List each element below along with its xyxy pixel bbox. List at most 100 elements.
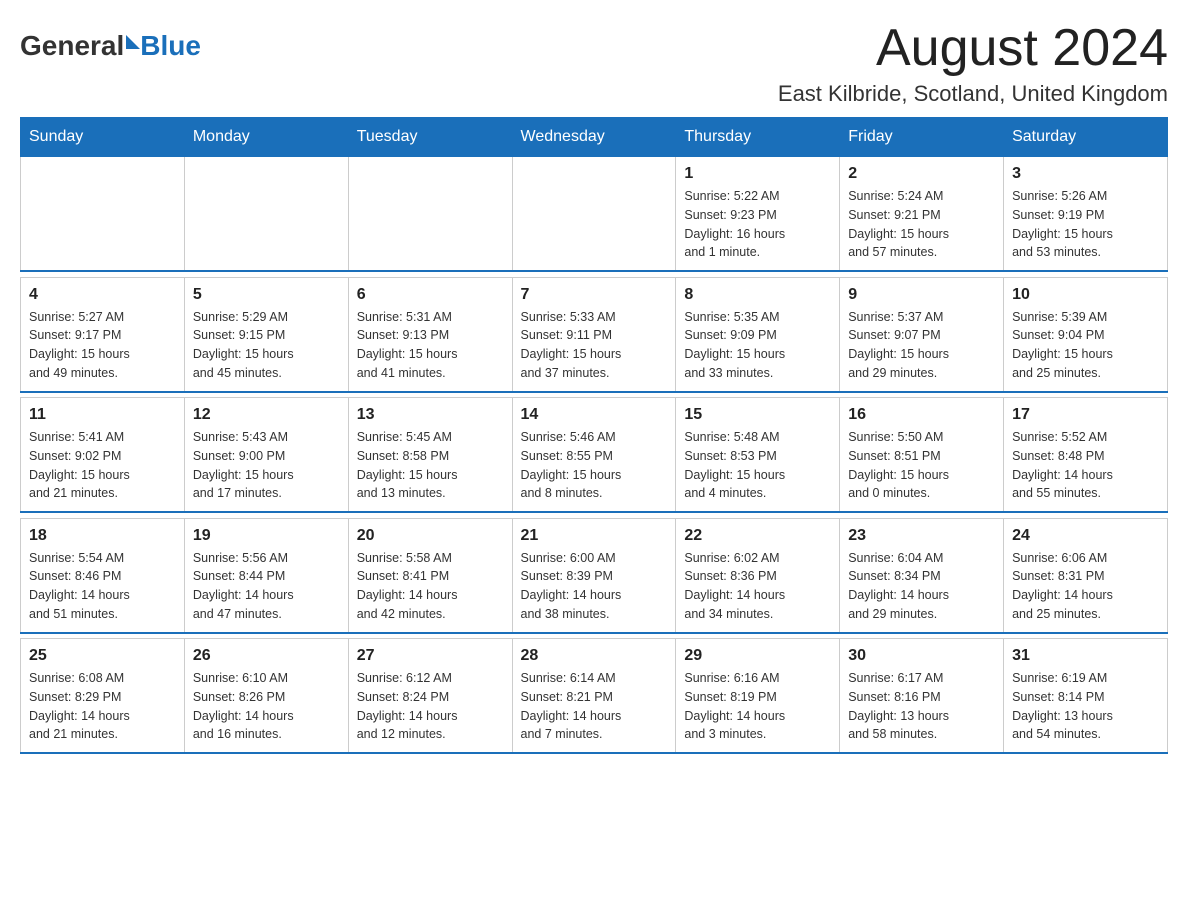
- calendar-cell: 19 Sunrise: 5:56 AMSunset: 8:44 PMDayligh…: [184, 518, 348, 633]
- calendar-cell: 20 Sunrise: 5:58 AMSunset: 8:41 PMDayligh…: [348, 518, 512, 633]
- day-number: 3: [1012, 165, 1159, 183]
- calendar-cell: 22Sunrise: 6:02 AMSunset: 8:36 PMDayligh…: [676, 518, 840, 633]
- calendar-header-saturday: Saturday: [1004, 118, 1168, 157]
- calendar-cell: 25 Sunrise: 6:08 AMSunset: 8:29 PMDayligh…: [21, 639, 185, 754]
- calendar-cell: 8 Sunrise: 5:35 AMSunset: 9:09 PMDaylight…: [676, 277, 840, 392]
- day-number: 29: [684, 647, 831, 665]
- calendar-cell: [184, 157, 348, 272]
- month-title: August 2024: [778, 20, 1168, 77]
- day-info: Sunrise: 6:14 AMSunset: 8:21 PMDaylight:…: [521, 669, 668, 744]
- day-info: Sunrise: 5:31 AMSunset: 9:13 PMDaylight:…: [357, 308, 504, 383]
- week-row-4: 18 Sunrise: 5:54 AMSunset: 8:46 PMDayligh…: [21, 518, 1168, 633]
- calendar-cell: 26 Sunrise: 6:10 AMSunset: 8:26 PMDayligh…: [184, 639, 348, 754]
- day-number: 23: [848, 527, 995, 545]
- day-info: Sunrise: 6:16 AMSunset: 8:19 PMDaylight:…: [684, 669, 831, 744]
- day-info: Sunrise: 5:37 AMSunset: 9:07 PMDaylight:…: [848, 308, 995, 383]
- calendar-cell: 27Sunrise: 6:12 AMSunset: 8:24 PMDayligh…: [348, 639, 512, 754]
- calendar-cell: 17Sunrise: 5:52 AMSunset: 8:48 PMDayligh…: [1004, 398, 1168, 513]
- calendar-cell: 9 Sunrise: 5:37 AMSunset: 9:07 PMDaylight…: [840, 277, 1004, 392]
- calendar-header-row: SundayMondayTuesdayWednesdayThursdayFrid…: [21, 118, 1168, 157]
- calendar-cell: 24 Sunrise: 6:06 AMSunset: 8:31 PMDayligh…: [1004, 518, 1168, 633]
- day-number: 26: [193, 647, 340, 665]
- day-number: 25: [29, 647, 176, 665]
- calendar-cell: 3 Sunrise: 5:26 AMSunset: 9:19 PMDaylight…: [1004, 157, 1168, 272]
- day-info: Sunrise: 5:43 AMSunset: 9:00 PMDaylight:…: [193, 428, 340, 503]
- day-number: 12: [193, 406, 340, 424]
- logo-triangle-icon: [126, 35, 140, 49]
- calendar-cell: 18 Sunrise: 5:54 AMSunset: 8:46 PMDayligh…: [21, 518, 185, 633]
- day-info: Sunrise: 5:58 AMSunset: 8:41 PMDaylight:…: [357, 549, 504, 624]
- week-row-5: 25 Sunrise: 6:08 AMSunset: 8:29 PMDayligh…: [21, 639, 1168, 754]
- location-title: East Kilbride, Scotland, United Kingdom: [778, 81, 1168, 107]
- day-info: Sunrise: 5:45 AMSunset: 8:58 PMDaylight:…: [357, 428, 504, 503]
- calendar-cell: [512, 157, 676, 272]
- title-area: August 2024 East Kilbride, Scotland, Uni…: [778, 20, 1168, 107]
- calendar-cell: 15Sunrise: 5:48 AMSunset: 8:53 PMDayligh…: [676, 398, 840, 513]
- week-row-2: 4 Sunrise: 5:27 AMSunset: 9:17 PMDaylight…: [21, 277, 1168, 392]
- day-info: Sunrise: 5:33 AMSunset: 9:11 PMDaylight:…: [521, 308, 668, 383]
- calendar-cell: [21, 157, 185, 272]
- day-info: Sunrise: 6:04 AMSunset: 8:34 PMDaylight:…: [848, 549, 995, 624]
- calendar-header-friday: Friday: [840, 118, 1004, 157]
- day-number: 24: [1012, 527, 1159, 545]
- logo-general-text: General: [20, 30, 124, 62]
- day-number: 14: [521, 406, 668, 424]
- day-number: 31: [1012, 647, 1159, 665]
- day-number: 2: [848, 165, 995, 183]
- day-info: Sunrise: 6:06 AMSunset: 8:31 PMDaylight:…: [1012, 549, 1159, 624]
- day-number: 17: [1012, 406, 1159, 424]
- day-number: 11: [29, 406, 176, 424]
- day-info: Sunrise: 5:24 AMSunset: 9:21 PMDaylight:…: [848, 187, 995, 262]
- day-number: 8: [684, 286, 831, 304]
- day-info: Sunrise: 6:08 AMSunset: 8:29 PMDaylight:…: [29, 669, 176, 744]
- calendar-cell: 6 Sunrise: 5:31 AMSunset: 9:13 PMDaylight…: [348, 277, 512, 392]
- day-number: 5: [193, 286, 340, 304]
- day-info: Sunrise: 5:39 AMSunset: 9:04 PMDaylight:…: [1012, 308, 1159, 383]
- day-info: Sunrise: 5:56 AMSunset: 8:44 PMDaylight:…: [193, 549, 340, 624]
- calendar-cell: 30Sunrise: 6:17 AMSunset: 8:16 PMDayligh…: [840, 639, 1004, 754]
- calendar-cell: 21Sunrise: 6:00 AMSunset: 8:39 PMDayligh…: [512, 518, 676, 633]
- calendar-header-thursday: Thursday: [676, 118, 840, 157]
- logo-blue-text: Blue: [140, 30, 201, 62]
- day-number: 22: [684, 527, 831, 545]
- calendar-header-monday: Monday: [184, 118, 348, 157]
- calendar-cell: 11Sunrise: 5:41 AMSunset: 9:02 PMDayligh…: [21, 398, 185, 513]
- calendar-header-tuesday: Tuesday: [348, 118, 512, 157]
- calendar-cell: 28 Sunrise: 6:14 AMSunset: 8:21 PMDayligh…: [512, 639, 676, 754]
- day-number: 19: [193, 527, 340, 545]
- day-number: 4: [29, 286, 176, 304]
- day-info: Sunrise: 6:00 AMSunset: 8:39 PMDaylight:…: [521, 549, 668, 624]
- day-info: Sunrise: 5:22 AMSunset: 9:23 PMDaylight:…: [684, 187, 831, 262]
- calendar-cell: 1Sunrise: 5:22 AMSunset: 9:23 PMDaylight…: [676, 157, 840, 272]
- day-info: Sunrise: 5:27 AMSunset: 9:17 PMDaylight:…: [29, 308, 176, 383]
- day-info: Sunrise: 6:10 AMSunset: 8:26 PMDaylight:…: [193, 669, 340, 744]
- calendar-cell: 23 Sunrise: 6:04 AMSunset: 8:34 PMDayligh…: [840, 518, 1004, 633]
- day-number: 27: [357, 647, 504, 665]
- day-info: Sunrise: 5:26 AMSunset: 9:19 PMDaylight:…: [1012, 187, 1159, 262]
- day-number: 28: [521, 647, 668, 665]
- week-row-1: 1Sunrise: 5:22 AMSunset: 9:23 PMDaylight…: [21, 157, 1168, 272]
- calendar-cell: 2 Sunrise: 5:24 AMSunset: 9:21 PMDaylight…: [840, 157, 1004, 272]
- calendar-cell: 12 Sunrise: 5:43 AMSunset: 9:00 PMDayligh…: [184, 398, 348, 513]
- calendar-header-sunday: Sunday: [21, 118, 185, 157]
- day-number: 6: [357, 286, 504, 304]
- day-info: Sunrise: 5:35 AMSunset: 9:09 PMDaylight:…: [684, 308, 831, 383]
- day-info: Sunrise: 5:54 AMSunset: 8:46 PMDaylight:…: [29, 549, 176, 624]
- day-number: 20: [357, 527, 504, 545]
- day-number: 16: [848, 406, 995, 424]
- calendar-cell: 16Sunrise: 5:50 AMSunset: 8:51 PMDayligh…: [840, 398, 1004, 513]
- calendar-cell: 4 Sunrise: 5:27 AMSunset: 9:17 PMDaylight…: [21, 277, 185, 392]
- day-number: 9: [848, 286, 995, 304]
- calendar-cell: 5 Sunrise: 5:29 AMSunset: 9:15 PMDaylight…: [184, 277, 348, 392]
- day-number: 13: [357, 406, 504, 424]
- day-info: Sunrise: 6:19 AMSunset: 8:14 PMDaylight:…: [1012, 669, 1159, 744]
- logo: General Blue: [20, 20, 201, 62]
- calendar-header-wednesday: Wednesday: [512, 118, 676, 157]
- calendar-cell: 13 Sunrise: 5:45 AMSunset: 8:58 PMDayligh…: [348, 398, 512, 513]
- day-number: 18: [29, 527, 176, 545]
- day-info: Sunrise: 5:48 AMSunset: 8:53 PMDaylight:…: [684, 428, 831, 503]
- day-info: Sunrise: 5:46 AMSunset: 8:55 PMDaylight:…: [521, 428, 668, 503]
- day-info: Sunrise: 5:29 AMSunset: 9:15 PMDaylight:…: [193, 308, 340, 383]
- calendar-cell: 31 Sunrise: 6:19 AMSunset: 8:14 PMDayligh…: [1004, 639, 1168, 754]
- week-row-3: 11Sunrise: 5:41 AMSunset: 9:02 PMDayligh…: [21, 398, 1168, 513]
